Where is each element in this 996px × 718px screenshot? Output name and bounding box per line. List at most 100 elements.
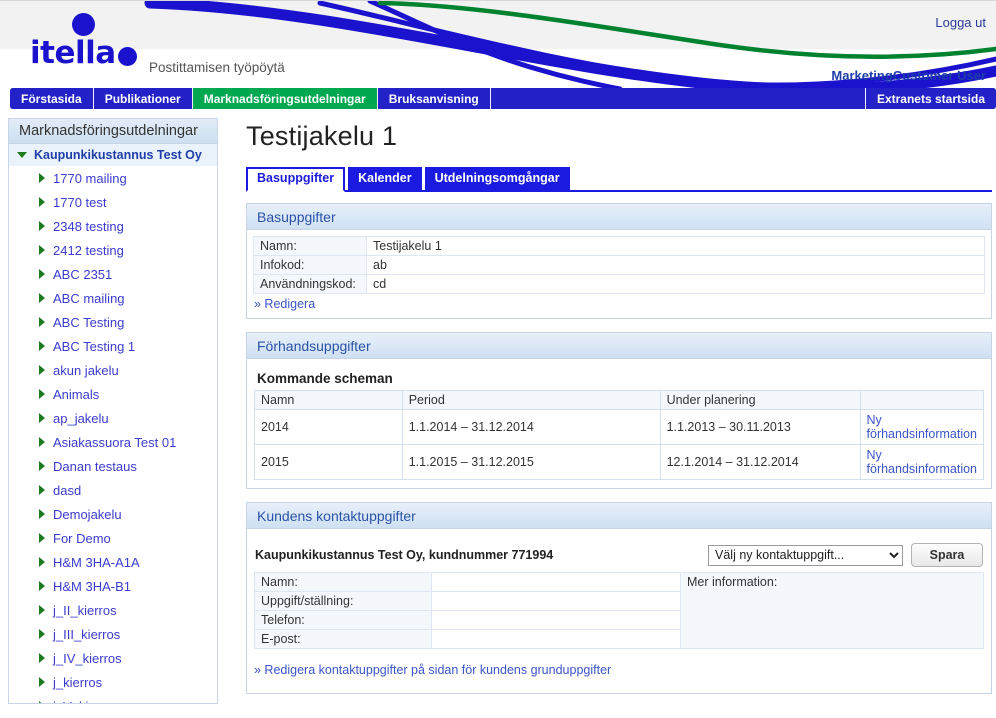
chevron-right-icon[interactable] bbox=[39, 677, 45, 687]
basic-label-anvandningskod: Användningskod: bbox=[253, 274, 367, 294]
contact-value-uppgift-stallning[interactable] bbox=[431, 591, 681, 611]
chevron-right-icon[interactable] bbox=[39, 197, 45, 207]
sidebar-item-label: j_kierros bbox=[53, 674, 103, 690]
sidebar-item-label: 2412 testing bbox=[53, 242, 124, 258]
ny-forhandsinformation-link[interactable]: Ny förhandsinformation bbox=[867, 413, 977, 441]
sidebar-item[interactable]: ABC mailing bbox=[9, 286, 217, 310]
select-new-contact-dropdown[interactable]: Välj ny kontaktuppgift... bbox=[708, 544, 903, 566]
sidebar-item-label: H&M 3HA-B1 bbox=[53, 578, 132, 594]
save-button[interactable]: Spara bbox=[911, 543, 983, 567]
sidebar: Marknadsföringsutdelningar Kaupunkikusta… bbox=[8, 118, 218, 704]
logo-wordmark: itella bbox=[30, 35, 116, 71]
sidebar-item-label: j_II_kierros bbox=[53, 602, 117, 618]
sidebar-item[interactable]: ABC Testing bbox=[9, 310, 217, 334]
schedule-namn-2015: 2015 bbox=[254, 444, 403, 480]
page-root: itella Postittamisen työpöytä Logga ut M… bbox=[0, 0, 996, 718]
contact-details-table: Namn: Mer information: Uppgift/ställning… bbox=[254, 572, 984, 649]
edit-contact-details-link[interactable]: » Redigera kontaktuppgifter på sidan för… bbox=[254, 663, 611, 677]
chevron-right-icon[interactable] bbox=[39, 557, 45, 567]
nav-item-bruksanvisning[interactable]: Bruksanvisning bbox=[377, 88, 491, 109]
sidebar-item[interactable]: ABC Testing 1 bbox=[9, 334, 217, 358]
chevron-right-icon[interactable] bbox=[39, 317, 45, 327]
chevron-right-icon[interactable] bbox=[39, 509, 45, 519]
basic-value-namn: Testijakelu 1 bbox=[366, 236, 985, 256]
chevron-right-icon[interactable] bbox=[39, 437, 45, 447]
chevron-right-icon[interactable] bbox=[39, 701, 45, 703]
customer-line: Kaupunkikustannus Test Oy, kundnummer 77… bbox=[255, 548, 554, 562]
tab-kalender[interactable]: Kalender bbox=[348, 167, 422, 190]
chevron-right-icon[interactable] bbox=[39, 389, 45, 399]
sidebar-item[interactable]: H&M 3HA-B1 bbox=[9, 574, 217, 598]
nav-item-extranets-startsida[interactable]: Extranets startsida bbox=[865, 88, 996, 109]
sidebar-item[interactable]: j_IV_kierros bbox=[9, 646, 217, 670]
chevron-right-icon[interactable] bbox=[39, 413, 45, 423]
chevron-right-icon[interactable] bbox=[39, 293, 45, 303]
sidebar-item[interactable]: H&M 3HA-A1A bbox=[9, 550, 217, 574]
chevron-right-icon[interactable] bbox=[39, 629, 45, 639]
chevron-right-icon[interactable] bbox=[39, 365, 45, 375]
schedule-planering-2014: 1.1.2013 – 30.11.2013 bbox=[659, 409, 861, 445]
edit-basuppgifter-link[interactable]: » Redigera bbox=[247, 294, 991, 318]
chevron-right-icon[interactable] bbox=[39, 533, 45, 543]
contact-value-epost[interactable] bbox=[431, 629, 681, 649]
nav-item-publikationer[interactable]: Publikationer bbox=[93, 88, 193, 109]
kommande-scheman-subtitle: Kommande scheman bbox=[257, 371, 393, 386]
sidebar-item-label: j_III_kierros bbox=[53, 626, 121, 642]
sidebar-item[interactable]: Asiakassuora Test 01 bbox=[9, 430, 217, 454]
chevron-right-icon[interactable] bbox=[39, 173, 45, 183]
basic-label-namn: Namn: bbox=[253, 236, 367, 256]
sidebar-item[interactable]: j_kierros bbox=[9, 670, 217, 694]
sidebar-item[interactable]: j_V_kierros bbox=[9, 694, 217, 703]
schedule-table: Namn Period Under planering 2014 1.1.201… bbox=[254, 390, 985, 480]
chevron-right-icon[interactable] bbox=[39, 269, 45, 279]
schedule-period-2014: 1.1.2014 – 31.12.2014 bbox=[401, 409, 661, 445]
ny-forhandsinformation-link[interactable]: Ny förhandsinformation bbox=[867, 448, 977, 476]
nav-item-forstasida[interactable]: Förstasida bbox=[10, 88, 94, 109]
sidebar-item[interactable]: Demojakelu bbox=[9, 502, 217, 526]
contact-value-namn[interactable] bbox=[431, 572, 681, 592]
contact-value-telefon[interactable] bbox=[431, 610, 681, 630]
sidebar-item[interactable]: Danan testaus bbox=[9, 454, 217, 478]
sidebar-item[interactable]: 1770 mailing bbox=[9, 166, 217, 190]
basic-value-anvandningskod: cd bbox=[366, 274, 985, 294]
schedule-action-cell-2015: Ny förhandsinformation bbox=[859, 444, 985, 480]
sidebar-item[interactable]: dasd bbox=[9, 478, 217, 502]
schedule-period-2015: 1.1.2015 – 31.12.2015 bbox=[401, 444, 661, 480]
main-content: Testijakelu 1 Basuppgifter Kalender Utde… bbox=[218, 109, 996, 707]
sidebar-item[interactable]: akun jakelu bbox=[9, 358, 217, 382]
logout-link[interactable]: Logga ut bbox=[935, 15, 986, 30]
sidebar-item-label: Asiakassuora Test 01 bbox=[53, 434, 177, 450]
main-navigation: Förstasida Publikationer Marknadsförings… bbox=[10, 88, 996, 109]
chevron-right-icon[interactable] bbox=[39, 221, 45, 231]
chevron-right-icon[interactable] bbox=[39, 605, 45, 615]
sidebar-item[interactable]: Animals bbox=[9, 382, 217, 406]
chevron-down-icon[interactable] bbox=[17, 152, 27, 158]
sidebar-item[interactable]: For Demo bbox=[9, 526, 217, 550]
chevron-right-icon[interactable] bbox=[39, 653, 45, 663]
sidebar-item-label: For Demo bbox=[53, 530, 111, 546]
sidebar-item[interactable]: ABC 2351 bbox=[9, 262, 217, 286]
sidebar-item[interactable]: j_III_kierros bbox=[9, 622, 217, 646]
sidebar-tree-root[interactable]: Kaupunkikustannus Test Oy bbox=[9, 144, 217, 166]
itella-logo[interactable]: itella bbox=[30, 13, 137, 71]
sidebar-item[interactable]: ap_jakelu bbox=[9, 406, 217, 430]
sidebar-item-label: ABC mailing bbox=[53, 290, 125, 306]
chevron-right-icon[interactable] bbox=[39, 461, 45, 471]
basic-label-infokod: Infokod: bbox=[253, 255, 367, 275]
chevron-right-icon[interactable] bbox=[39, 581, 45, 591]
sidebar-item[interactable]: j_II_kierros bbox=[9, 598, 217, 622]
sidebar-item[interactable]: 2348 testing bbox=[9, 214, 217, 238]
table-row: 2015 1.1.2015 – 31.12.2015 12.1.2014 – 3… bbox=[254, 444, 985, 480]
chevron-right-icon[interactable] bbox=[39, 341, 45, 351]
panel-forhandsuppgifter-title: Förhandsuppgifter bbox=[247, 333, 991, 359]
tab-basuppgifter[interactable]: Basuppgifter bbox=[246, 167, 346, 192]
table-row: Namn: Mer information: bbox=[254, 572, 984, 649]
sidebar-item[interactable]: 2412 testing bbox=[9, 238, 217, 262]
tab-utdelningsomgangar[interactable]: Utdelningsomgångar bbox=[424, 167, 570, 190]
sidebar-item[interactable]: 1770 test bbox=[9, 190, 217, 214]
chevron-right-icon[interactable] bbox=[39, 245, 45, 255]
chevron-right-icon[interactable] bbox=[39, 485, 45, 495]
table-row: Namn: Testijakelu 1 bbox=[253, 236, 985, 256]
nav-item-marknadsforingsutdelningar[interactable]: Marknadsföringsutdelningar bbox=[192, 88, 378, 109]
contact-label-telefon: Telefon: bbox=[254, 610, 432, 630]
